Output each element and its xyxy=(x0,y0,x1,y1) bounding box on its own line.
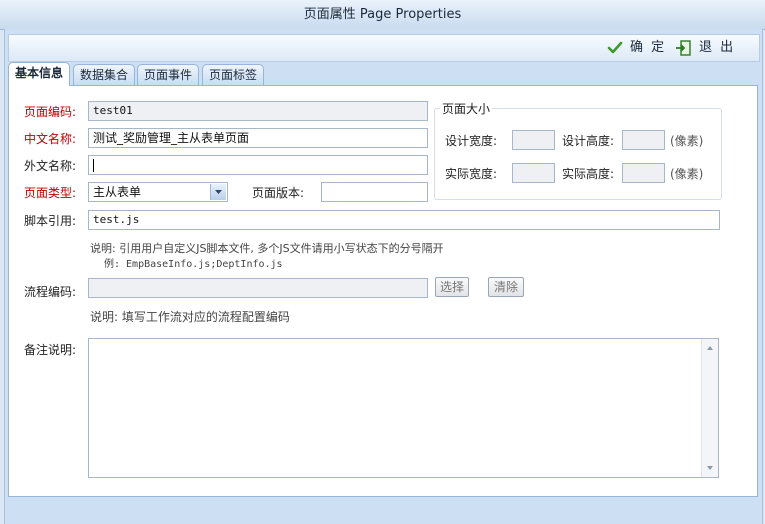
dropdown-arrow-icon[interactable] xyxy=(210,184,226,200)
actual-height-label: 实际高度: xyxy=(562,167,615,181)
tab-basic-info[interactable]: 基本信息 xyxy=(8,62,71,86)
actual-width-label: 实际宽度: xyxy=(445,167,498,181)
design-unit-label: (像素) xyxy=(670,134,704,148)
page-type-value: 主从表单 xyxy=(93,185,142,199)
tab-bar: 基本信息 数据集合 页面事件 页面标签 xyxy=(8,62,758,86)
page-code-label: 页面编码: xyxy=(24,105,77,119)
select-button[interactable]: 选择 xyxy=(435,277,469,297)
foreign-name-field[interactable] xyxy=(88,155,428,175)
remarks-label: 备注说明: xyxy=(24,343,77,357)
page-code-field[interactable]: test01 xyxy=(88,101,428,121)
text-cursor xyxy=(93,159,94,172)
exit-button[interactable]: 退 出 xyxy=(675,38,735,58)
actual-height-field[interactable] xyxy=(622,163,665,183)
tab-data-sets[interactable]: 数据集合 xyxy=(73,64,136,86)
exit-door-icon xyxy=(675,39,693,57)
tab-page-tags[interactable]: 页面标签 xyxy=(202,64,265,86)
clear-button[interactable]: 清除 xyxy=(488,277,524,297)
tab-page-events[interactable]: 页面事件 xyxy=(137,64,200,86)
design-height-label: 设计高度: xyxy=(562,134,615,148)
ok-button[interactable]: 确 定 xyxy=(606,38,666,58)
page-type-select[interactable]: 主从表单 xyxy=(88,182,228,202)
page-type-label: 页面类型: xyxy=(24,186,77,200)
script-example: 例: EmpBaseInfo.js;DeptInfo.js xyxy=(104,259,283,270)
remarks-scrollbar[interactable] xyxy=(701,339,718,477)
scroll-up-icon[interactable] xyxy=(702,341,718,355)
flow-code-label: 流程编码: xyxy=(24,285,77,299)
cn-name-label: 中文名称: xyxy=(24,132,77,146)
actual-unit-label: (像素) xyxy=(670,167,704,181)
design-width-label: 设计宽度: xyxy=(445,134,498,148)
ok-button-label: 确 定 xyxy=(630,40,667,55)
toolbar: 确 定 退 出 xyxy=(8,34,760,62)
script-ref-field[interactable]: test.js xyxy=(88,210,720,230)
foreign-name-label: 外文名称: xyxy=(24,159,77,173)
design-width-field[interactable] xyxy=(512,130,555,150)
script-ref-label: 脚本引用: xyxy=(24,214,77,228)
flow-code-field[interactable] xyxy=(88,278,428,298)
actual-width-field[interactable] xyxy=(512,163,555,183)
script-note: 说明: 引用用户自定义JS脚本文件, 多个JS文件请用小写状态下的分号隔开 xyxy=(90,242,444,255)
cn-name-field[interactable]: 测试_奖励管理_主从表单页面 xyxy=(88,128,428,148)
checkmark-icon xyxy=(606,39,624,57)
page-size-group xyxy=(434,108,722,200)
design-height-field[interactable] xyxy=(622,130,665,150)
exit-button-label: 退 出 xyxy=(699,40,736,55)
page-version-label: 页面版本: xyxy=(252,186,305,200)
page-version-field[interactable] xyxy=(321,182,428,202)
window-title: 页面属性 Page Properties xyxy=(0,0,765,30)
remarks-textarea[interactable] xyxy=(88,338,719,478)
scroll-down-icon[interactable] xyxy=(702,461,718,475)
page-size-legend: 页面大小 xyxy=(440,100,493,117)
flow-note: 说明: 填写工作流对应的流程配置编码 xyxy=(90,310,290,324)
